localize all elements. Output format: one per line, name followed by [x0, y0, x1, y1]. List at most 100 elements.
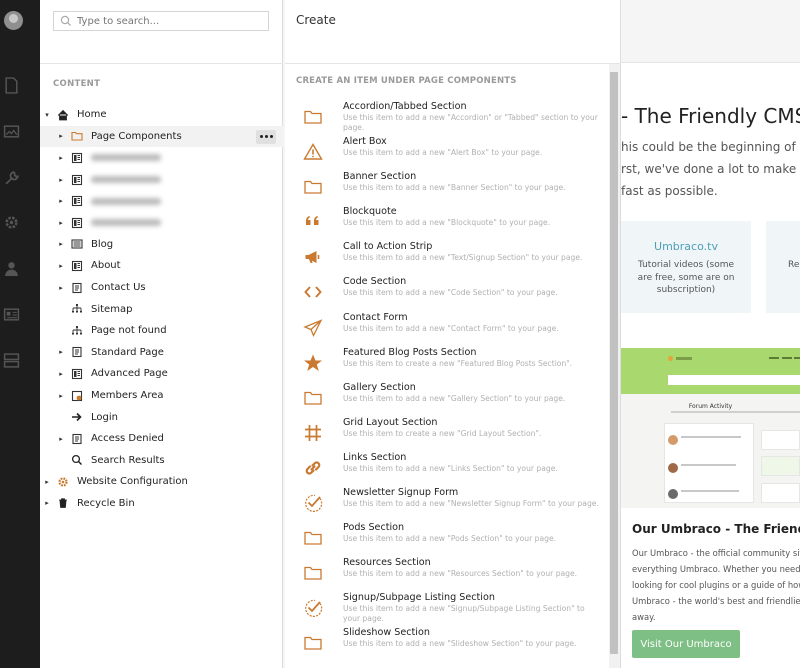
screenshot-search — [668, 375, 800, 385]
create-item-text: Pods Section Use this item to add a new "… — [343, 521, 601, 544]
create-item-description: Use this item to add a new "Text/Signup … — [343, 253, 583, 263]
expand-caret-down-icon[interactable]: ▾ — [43, 111, 51, 119]
members-card-icon[interactable] — [0, 303, 22, 325]
expand-caret-right-icon[interactable]: ▸ — [57, 435, 65, 443]
tree-item[interactable]: ▸ Access Denied — [40, 428, 283, 450]
screenshot-line — [681, 464, 736, 466]
developer-cog-icon[interactable] — [0, 211, 22, 233]
second-card[interactable]: Re — [766, 221, 800, 313]
tree-heading: CONTENT — [53, 79, 101, 89]
expand-caret-right-icon[interactable]: ▸ — [57, 154, 65, 162]
expand-caret-right-icon[interactable]: ▸ — [57, 176, 65, 184]
create-item[interactable]: Gallery Section Use this item to add a ne… — [285, 381, 605, 416]
tree-item[interactable]: ▸ Advanced Page — [40, 363, 283, 385]
tree-item[interactable]: ▸ Page Components — [40, 125, 283, 148]
create-scrollbar-thumb[interactable] — [610, 72, 618, 654]
sitemap-icon — [70, 324, 84, 338]
tree-item[interactable]: ▸ — [40, 190, 283, 212]
tree-item[interactable]: ▾ Home — [40, 104, 283, 126]
expand-caret-right-icon[interactable]: ▸ — [57, 284, 65, 292]
create-item[interactable]: Accordion/Tabbed Section Use this item to… — [285, 100, 605, 135]
tree-item[interactable]: ▸ — [40, 212, 283, 234]
expand-caret-right-icon[interactable]: ▸ — [43, 499, 51, 507]
tree-search-input[interactable] — [77, 15, 267, 27]
newspaper-icon — [70, 237, 84, 251]
tree-item[interactable]: ▸ Blog — [40, 234, 283, 256]
create-item[interactable]: Call to Action Strip Use this item to add… — [285, 240, 605, 275]
notepad-icon — [70, 281, 84, 295]
folder-icon — [302, 387, 324, 409]
checkmark-icon — [302, 492, 324, 514]
expand-caret-right-icon[interactable]: ▸ — [57, 132, 65, 140]
tree-item[interactable]: ▸ Members Area — [40, 385, 283, 407]
create-item[interactable]: Alert Box Use this item to add a new "Ale… — [285, 135, 605, 170]
umbraco-tv-title[interactable]: Umbraco.tv — [621, 240, 751, 253]
expand-caret-right-icon[interactable]: ▸ — [57, 197, 65, 205]
create-item-description: Use this item to add a new "Alert Box" t… — [343, 148, 543, 158]
content-section-icon[interactable] — [0, 74, 22, 96]
expand-caret-right-icon[interactable]: ▸ — [57, 262, 65, 270]
create-item[interactable]: Blockquote Use this item to add a new "Bl… — [285, 205, 605, 240]
create-item[interactable]: Banner Section Use this item to add a new… — [285, 170, 605, 205]
create-item[interactable]: Contact Form Use this item to add a new "… — [285, 311, 605, 346]
document-icon — [70, 216, 84, 230]
screenshot-subtitle-line — [671, 411, 800, 413]
tree-item-label: Page not found — [91, 325, 167, 337]
settings-wrench-icon[interactable] — [0, 167, 22, 189]
expand-caret-right-icon[interactable]: ▸ — [43, 478, 51, 486]
folder-icon — [302, 632, 324, 654]
media-section-icon[interactable] — [0, 120, 22, 142]
expand-caret-right-icon[interactable]: ▸ — [57, 240, 65, 248]
content-tree-panel: CONTENT ▾ Home ▸ Page Components ▸ ▸ ▸ ▸ ▸ Blog ▸ A… — [40, 0, 283, 668]
expand-caret-right-icon[interactable]: ▸ — [57, 219, 65, 227]
create-item[interactable]: Slideshow Section Use this item to add a … — [285, 626, 605, 661]
create-item[interactable]: Grid Layout Section Use this item to crea… — [285, 416, 605, 451]
create-item[interactable]: Featured Blog Posts Section Use this item… — [285, 346, 605, 381]
tree-divider — [40, 63, 283, 64]
create-item-name: Resources Section — [343, 557, 431, 569]
cog-icon — [56, 475, 70, 489]
tree-item[interactable]: ▸ Standard Page — [40, 342, 283, 364]
create-item[interactable]: Resources Section Use this item to add a … — [285, 556, 605, 591]
user-avatar[interactable] — [4, 11, 23, 30]
grid-icon — [302, 422, 324, 444]
create-item-description: Use this item to add a new "Code Section… — [343, 288, 558, 298]
create-item-text: Featured Blog Posts Section Use this item… — [343, 346, 601, 369]
create-item-text: Gallery Section Use this item to add a ne… — [343, 381, 601, 404]
tree-item[interactable]: Page not found — [40, 320, 283, 342]
create-item-text: Newsletter Signup Form Use this item to a… — [343, 486, 601, 509]
tree-item[interactable]: ▸ — [40, 147, 283, 169]
create-item-description: Use this item to add a new "Blockquote" … — [343, 218, 551, 228]
tree-item[interactable]: ▸ Contact Us — [40, 277, 283, 299]
sitemap-icon — [70, 302, 84, 316]
expand-caret-right-icon[interactable]: ▸ — [57, 348, 65, 356]
create-item[interactable]: Pods Section Use this item to add a new "… — [285, 521, 605, 556]
visit-our-umbraco-button[interactable]: Visit Our Umbraco — [632, 630, 740, 658]
users-icon[interactable] — [0, 257, 22, 279]
tree-item[interactable]: ▸ — [40, 169, 283, 191]
tree-item-label: Advanced Page — [91, 368, 168, 380]
tree-item[interactable]: ▸ Recycle Bin — [40, 493, 283, 515]
forms-icon[interactable] — [0, 349, 22, 371]
create-item[interactable]: Newsletter Signup Form Use this item to a… — [285, 486, 605, 521]
umbraco-tv-description: Tutorial videos (some are free, some are… — [637, 260, 735, 295]
tree-item[interactable]: ▸ Website Configuration — [40, 471, 283, 493]
folder-icon — [302, 527, 324, 549]
expand-caret-right-icon[interactable]: ▸ — [57, 370, 65, 378]
create-item[interactable]: Code Section Use this item to add a new "… — [285, 275, 605, 310]
tree-item[interactable]: Search Results — [40, 450, 283, 472]
tree-search-box[interactable] — [53, 11, 269, 31]
create-item[interactable]: Signup/Subpage Listing Section Use this i… — [285, 591, 605, 626]
tree-item[interactable]: Sitemap — [40, 298, 283, 320]
umbraco-tv-card[interactable]: Umbraco.tv Tutorial videos (some are fre… — [621, 221, 751, 313]
create-item-description: Use this item to add a new "Slideshow Se… — [343, 639, 577, 649]
create-item-description: Use this item to add a new "Contact Form… — [343, 323, 559, 333]
folder-icon — [70, 129, 84, 143]
create-item[interactable]: Links Section Use this item to add a new … — [285, 451, 605, 486]
more-actions-button[interactable] — [256, 129, 276, 144]
expand-caret-right-icon[interactable]: ▸ — [57, 392, 65, 400]
tree-item[interactable]: ▸ About — [40, 255, 283, 277]
create-item-description: Use this item to add a new "Accordion" o… — [343, 113, 598, 132]
tree-item[interactable]: Login — [40, 406, 283, 428]
folder-icon — [302, 176, 324, 198]
